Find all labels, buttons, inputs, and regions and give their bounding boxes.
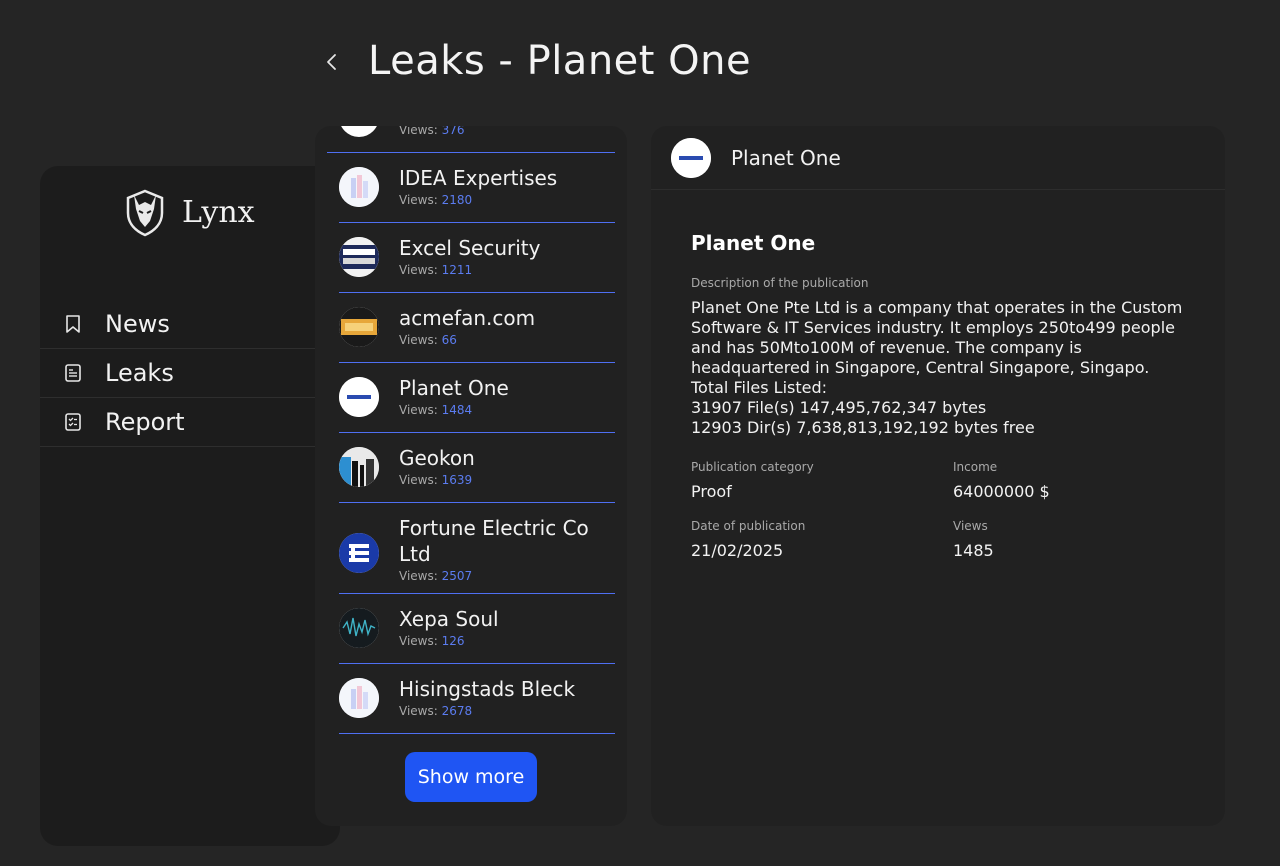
category-value: Proof — [691, 482, 732, 501]
list-item-views: Views: 1639 — [399, 473, 473, 487]
leak-list-panel: Views: 376 IDEA Expertises Views: 2180 E… — [315, 126, 627, 826]
list-item-views: Views: 1484 — [399, 403, 473, 417]
list-item-name: Hisingstads Bleck — [399, 677, 576, 701]
list-item[interactable]: Excel Security Views: 1211 — [339, 223, 615, 293]
company-avatar — [339, 377, 379, 417]
list-item-views: Views: 2678 — [399, 704, 473, 718]
brand-name: Lynx — [182, 194, 255, 230]
receipt-icon — [63, 363, 83, 383]
list-item[interactable]: Hisingstads Bleck Views: 2678 — [339, 664, 615, 734]
views-value: 1485 — [953, 541, 994, 560]
company-avatar — [671, 137, 711, 178]
company-avatar — [339, 126, 379, 137]
category-field: Publication category Proof — [691, 460, 953, 501]
lynx-logo-icon — [126, 189, 164, 237]
back-button[interactable] — [318, 46, 346, 78]
field-label: Date of publication — [691, 519, 806, 533]
description-text: Planet One Pte Ltd is a company that ope… — [691, 298, 1183, 437]
detail-header: Planet One — [651, 126, 1225, 190]
list-item[interactable]: Views: 376 — [327, 126, 615, 153]
list-item-views: Views: 66 — [399, 333, 457, 347]
main-nav: News Leaks Report — [40, 300, 340, 447]
list-item[interactable]: Planet One Views: 1484 — [339, 363, 615, 433]
leak-list[interactable]: Views: 376 IDEA Expertises Views: 2180 E… — [315, 126, 627, 734]
show-more-button[interactable]: Show more — [405, 752, 537, 802]
brand[interactable]: Lynx — [122, 186, 255, 238]
nav-item-news[interactable]: News — [40, 300, 340, 349]
list-item-views: Views: 2507 — [399, 569, 473, 583]
list-item-name: IDEA Expertises — [399, 166, 558, 190]
income-field: Income 64000000 $ — [953, 460, 1193, 501]
detail-title: Planet One — [691, 231, 816, 255]
detail-header-name: Planet One — [731, 145, 841, 170]
description-label: Description of the publication — [691, 276, 869, 290]
nav-item-label: News — [105, 310, 170, 338]
list-item-name: Excel Security — [399, 236, 541, 260]
list-item-views: Views: 376 — [399, 126, 465, 137]
list-item[interactable]: Fortune Electric Co Ltd Views: 2507 — [339, 503, 615, 594]
company-avatar — [339, 678, 379, 718]
income-value: 64000000 $ — [953, 482, 1050, 501]
list-item-name: Fortune Electric Co Ltd — [399, 516, 589, 566]
list-item-name: Planet One — [399, 376, 509, 400]
page-title: Leaks - Planet One — [368, 38, 752, 84]
company-avatar — [339, 307, 379, 347]
company-avatar — [339, 237, 379, 277]
list-item-views: Views: 1211 — [399, 263, 473, 277]
list-item-views: Views: 2180 — [399, 193, 473, 207]
company-avatar — [339, 608, 379, 648]
date-field: Date of publication 21/02/2025 — [691, 519, 953, 560]
company-avatar — [339, 447, 379, 487]
sidebar: Lynx News Leaks Report — [40, 166, 340, 846]
list-item[interactable]: Xepa Soul Views: 126 — [339, 594, 615, 664]
list-item[interactable]: Geokon Views: 1639 — [339, 433, 615, 503]
checklist-icon — [63, 412, 83, 432]
views-field: Views 1485 — [953, 519, 1193, 560]
field-label: Views — [953, 519, 988, 533]
leak-detail-panel: Planet One Planet One Description of the… — [651, 126, 1225, 826]
list-item[interactable]: acmefan.com Views: 66 — [339, 293, 615, 363]
list-item-views: Views: 126 — [399, 634, 465, 648]
list-item-name: Geokon — [399, 446, 475, 470]
list-item-name: acmefan.com — [399, 306, 536, 330]
detail-body: Planet One Description of the publicatio… — [691, 231, 1191, 560]
list-item-name: Xepa Soul — [399, 607, 499, 631]
company-avatar — [339, 167, 379, 207]
bookmark-icon — [63, 314, 83, 334]
nav-item-label: Leaks — [105, 359, 174, 387]
field-label: Income — [953, 460, 998, 474]
detail-fields: Publication category Proof Income 640000… — [691, 460, 1191, 560]
list-item[interactable]: IDEA Expertises Views: 2180 — [339, 153, 615, 223]
nav-item-report[interactable]: Report — [40, 398, 340, 447]
company-avatar — [339, 533, 379, 573]
nav-item-leaks[interactable]: Leaks — [40, 349, 340, 398]
nav-item-label: Report — [105, 408, 185, 436]
chevron-left-icon — [327, 54, 336, 70]
date-value: 21/02/2025 — [691, 541, 784, 560]
field-label: Publication category — [691, 460, 814, 474]
